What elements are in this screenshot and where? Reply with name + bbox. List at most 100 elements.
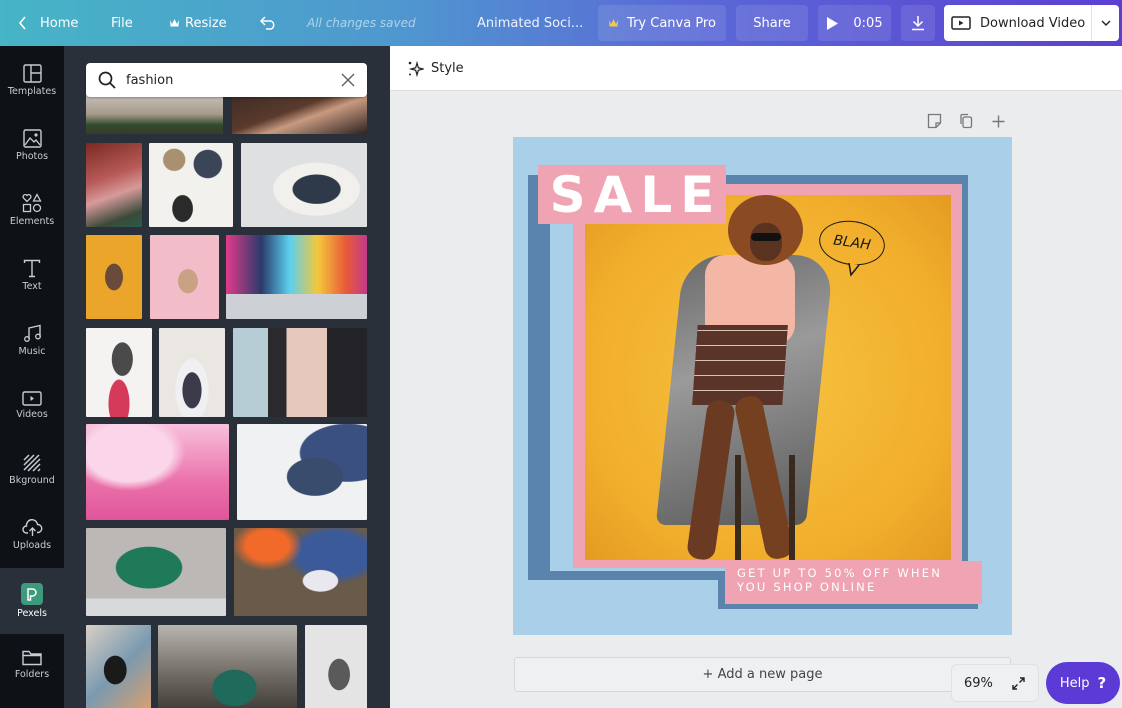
sidebar-item-photos[interactable]: Photos	[0, 114, 64, 176]
photo-result[interactable]	[86, 528, 226, 616]
duplicate-page-button[interactable]	[956, 111, 976, 131]
photo-result[interactable]	[86, 235, 142, 319]
sidebar-item-folders[interactable]: Folders	[0, 634, 64, 696]
music-icon	[23, 324, 41, 342]
photo-result[interactable]	[234, 528, 367, 616]
model-skirt	[692, 325, 788, 405]
zoom-level[interactable]: 69%	[964, 676, 993, 691]
file-menu-button[interactable]: File	[111, 0, 133, 46]
photo-result[interactable]	[226, 235, 367, 319]
add-new-page-label: + Add a new page	[702, 667, 823, 682]
stool	[735, 455, 795, 560]
sidebar-item-label: Elements	[9, 216, 55, 227]
add-note-button[interactable]	[924, 111, 944, 131]
templates-icon	[22, 63, 42, 83]
uploads-icon	[21, 519, 42, 536]
sidebar-item-music[interactable]: Music	[0, 309, 64, 371]
fullscreen-icon[interactable]	[1011, 676, 1026, 691]
photo-result[interactable]	[86, 625, 151, 708]
video-icon	[951, 16, 971, 30]
photos-icon	[22, 128, 42, 148]
sale-label-box[interactable]: SALE	[538, 165, 726, 224]
plus-icon	[992, 115, 1004, 127]
undo-icon	[260, 16, 275, 30]
style-toolbar: Style	[390, 46, 1122, 91]
pexels-icon	[21, 583, 43, 605]
sidebar-item-videos[interactable]: Videos	[0, 374, 64, 436]
sidebar-item-label: Photos	[15, 150, 49, 162]
speech-bubble: BLAH	[816, 216, 888, 270]
download-button[interactable]	[901, 5, 935, 41]
try-canva-pro-label: Try Canva Pro	[627, 15, 716, 31]
background-icon	[23, 454, 41, 472]
photo-result[interactable]	[241, 143, 367, 227]
resize-label: Resize	[185, 15, 227, 31]
elements-icon	[22, 193, 42, 213]
design-page[interactable]: BLAH SALE GET UP TO 50% OFF WHEN YOU SHO…	[513, 137, 1012, 635]
sidebar-item-label: Music	[18, 345, 46, 357]
resize-button[interactable]: Resize	[169, 0, 227, 46]
chevron-down-icon	[1101, 20, 1110, 26]
model-face	[750, 223, 782, 261]
crown-icon	[609, 19, 619, 27]
home-button[interactable]: Home	[18, 0, 78, 46]
add-page-icon-button[interactable]	[988, 111, 1008, 131]
photo-result[interactable]	[158, 625, 297, 708]
style-button[interactable]: Style	[407, 60, 464, 77]
sidebar-item-templates[interactable]: Templates	[0, 49, 64, 111]
sidebar-item-label: Text	[22, 280, 42, 292]
file-label: File	[111, 15, 133, 31]
sidebar-item-background[interactable]: Bkground	[0, 439, 64, 501]
photo-result[interactable]	[149, 143, 233, 227]
sidebar-item-label: Videos	[16, 408, 48, 420]
crown-icon	[170, 19, 179, 27]
add-new-page-button[interactable]: + Add a new page	[514, 657, 1011, 692]
download-video-button[interactable]: Download Video	[944, 5, 1119, 41]
sidebar-item-uploads[interactable]: Uploads	[0, 504, 64, 566]
speech-bubble-tail	[848, 263, 860, 277]
chevron-left-icon	[18, 16, 26, 30]
document-title[interactable]: Animated Soci...	[477, 0, 583, 46]
photo-result[interactable]	[86, 328, 152, 417]
share-label: Share	[753, 15, 791, 31]
photo-result[interactable]	[86, 143, 142, 227]
sidebar: Templates Photos Elements Text Music Vid…	[0, 46, 64, 708]
pexels-panel	[64, 46, 390, 708]
photo-result[interactable]	[237, 424, 367, 520]
text-icon	[23, 259, 41, 277]
download-video-main[interactable]: Download Video	[944, 5, 1092, 41]
sidebar-item-label: Bkground	[9, 475, 55, 486]
model-sunglasses	[751, 233, 781, 241]
save-status: All changes saved	[307, 16, 416, 30]
sparkle-icon	[408, 60, 424, 77]
search-icon	[98, 71, 116, 89]
photo-result[interactable]	[150, 235, 219, 319]
speech-bubble-text: BLAH	[832, 232, 872, 254]
sidebar-item-elements[interactable]: Elements	[0, 179, 64, 241]
sidebar-item-label: Templates	[7, 85, 57, 97]
sidebar-item-pexels[interactable]: Pexels	[0, 568, 64, 634]
home-label: Home	[40, 15, 79, 31]
photo-result[interactable]	[233, 328, 367, 417]
help-button[interactable]: Help ?	[1046, 662, 1120, 704]
clear-search-icon[interactable]	[341, 73, 355, 87]
try-canva-pro-button[interactable]: Try Canva Pro	[598, 5, 726, 41]
duplicate-icon	[960, 113, 973, 129]
note-icon	[927, 113, 941, 129]
search-input[interactable]	[126, 72, 341, 88]
promo-line-1: GET UP TO 50% OFF WHEN	[737, 566, 943, 580]
photo-result[interactable]	[86, 424, 229, 520]
play-button[interactable]: 0:05	[818, 5, 891, 41]
fashion-photo[interactable]: BLAH	[585, 195, 951, 560]
promo-box[interactable]: GET UP TO 50% OFF WHEN YOU SHOP ONLINE	[725, 561, 982, 604]
photo-result[interactable]	[305, 625, 367, 708]
play-duration: 0:05	[853, 15, 883, 31]
photo-result[interactable]	[159, 328, 225, 417]
zoom-control: 69%	[951, 664, 1039, 702]
share-button[interactable]: Share	[736, 5, 808, 41]
download-options-dropdown[interactable]	[1092, 5, 1119, 41]
sidebar-item-text[interactable]: Text	[0, 244, 64, 306]
undo-button[interactable]	[260, 0, 278, 46]
sale-headline: SALE	[549, 165, 723, 224]
help-icon: ?	[1097, 674, 1107, 692]
